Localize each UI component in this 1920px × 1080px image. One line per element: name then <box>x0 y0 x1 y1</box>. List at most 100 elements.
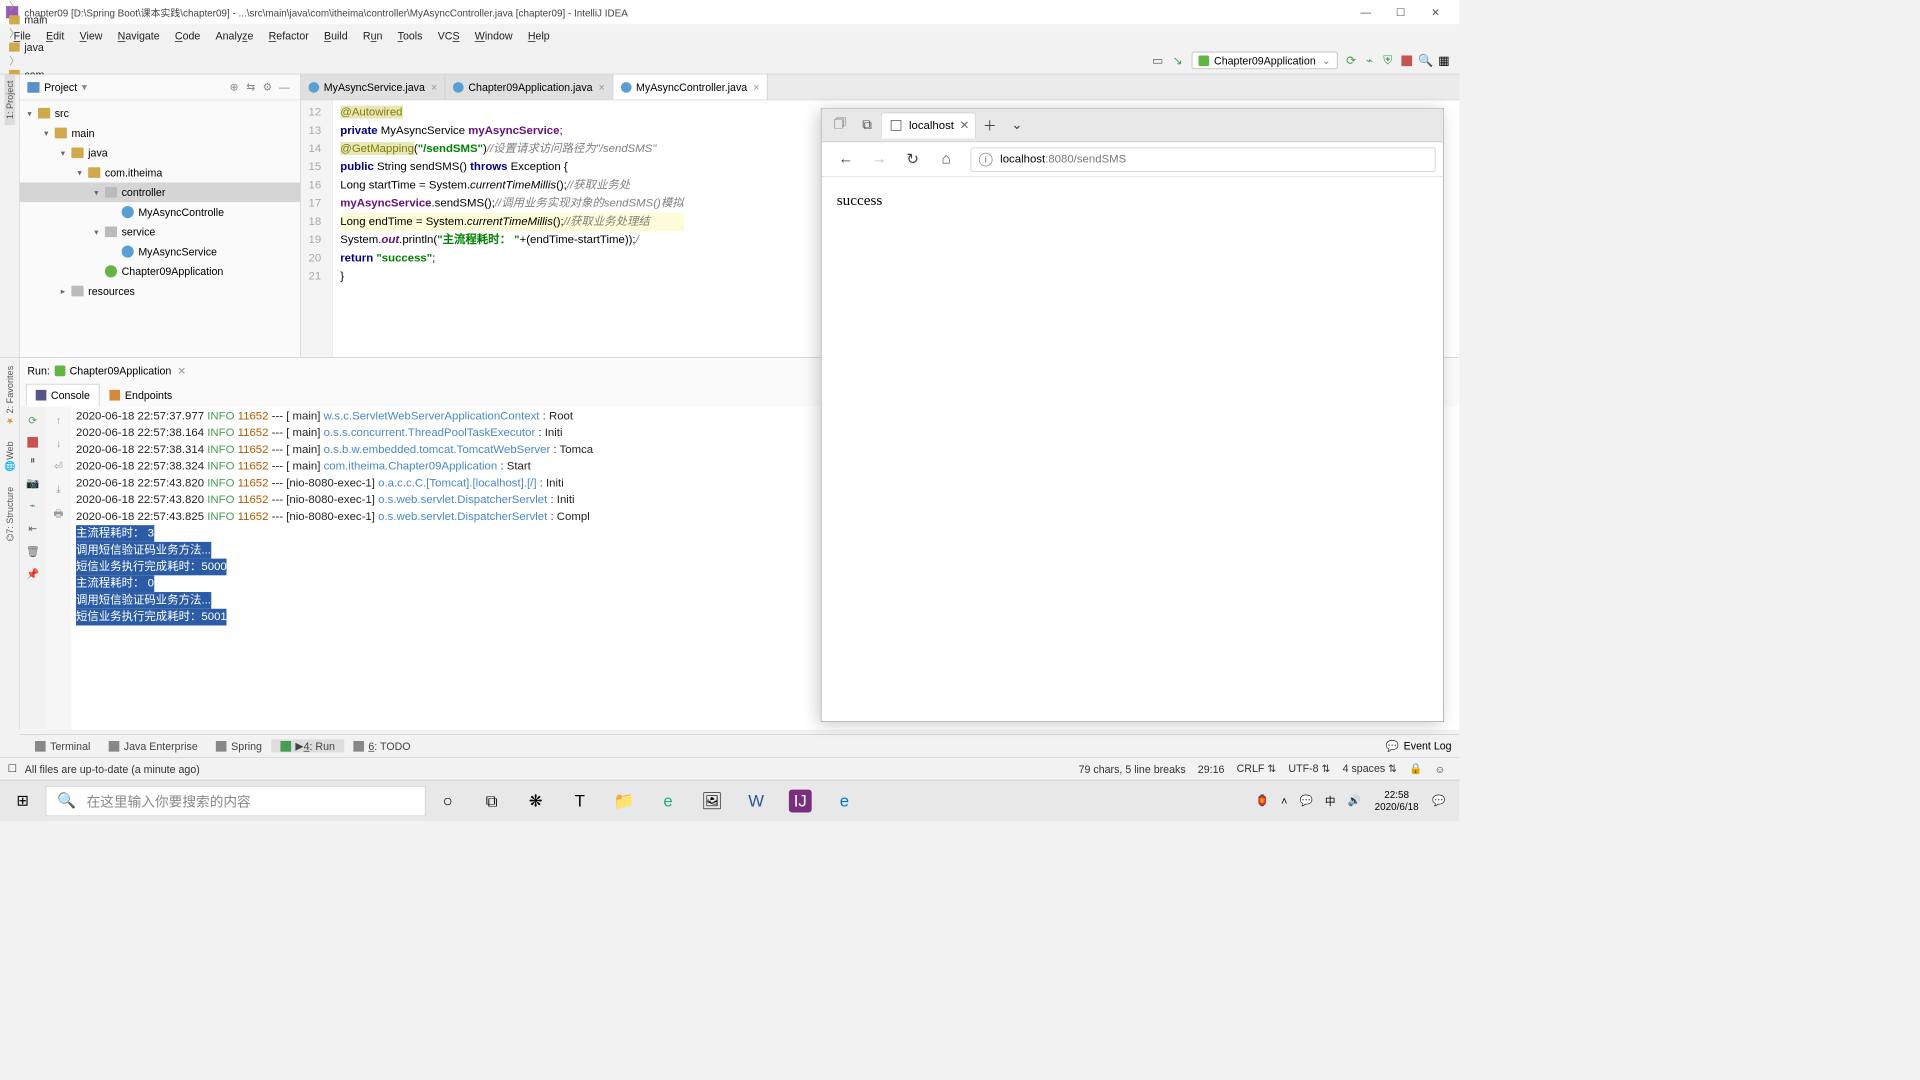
project-expand-icon[interactable]: ⇆ <box>242 81 259 94</box>
tray-wechat-icon[interactable]: 💬 <box>1293 794 1318 807</box>
pause-icon[interactable]: ⏸ <box>24 454 41 471</box>
debug-button[interactable]: ⌁ <box>1360 53 1378 68</box>
intellij-icon[interactable]: IJ <box>789 789 812 812</box>
tree-row[interactable]: Chapter09Application <box>20 261 300 281</box>
tray-volume-icon[interactable]: 🔊 <box>1342 794 1367 807</box>
info-icon[interactable]: i <box>979 152 993 166</box>
bottom-tab[interactable]: Spring <box>207 740 271 752</box>
tray-ime-icon[interactable]: 中 <box>1319 793 1342 808</box>
cortana-icon[interactable]: ○ <box>426 791 470 811</box>
menu-help[interactable]: Help <box>520 24 557 47</box>
taskbar-search[interactable]: 🔍 在这里输入你要搜索的内容 <box>46 785 426 815</box>
app-icon-3[interactable]: 🖼 <box>690 791 734 811</box>
browser-recent-icon[interactable]: 🗇 <box>826 114 853 137</box>
run-tab[interactable]: Endpoints <box>100 384 182 407</box>
browser-address-bar[interactable]: i localhost:8080/sendSMS <box>971 147 1436 171</box>
tab-close-icon[interactable]: ✕ <box>960 119 970 133</box>
editor-tab[interactable]: MyAsyncService.java× <box>301 74 446 99</box>
browser-home-button[interactable]: ⌂ <box>929 150 962 167</box>
scroll-icon[interactable]: ⤓ <box>50 483 67 500</box>
menu-run[interactable]: Run <box>355 24 390 47</box>
browser-tab[interactable]: localhost ✕ <box>881 112 976 138</box>
run-tab[interactable]: Console <box>26 384 100 407</box>
status-indent[interactable]: 4 spaces ⇅ <box>1337 762 1404 775</box>
status-lock-icon[interactable]: 🔒 <box>1403 762 1428 775</box>
tool-tab-favorites[interactable]: ★ 2: Favorites <box>4 358 15 434</box>
project-gear-icon[interactable]: ⚙ <box>259 81 276 94</box>
tree-row[interactable]: ▾controller <box>20 182 300 202</box>
menu-vcs[interactable]: VCS <box>430 24 467 47</box>
event-log-tab[interactable]: 💬Event Log <box>1386 734 1452 757</box>
tree-row[interactable]: MyAsyncControlle <box>20 202 300 222</box>
tray-up-icon[interactable]: ˄ <box>1275 795 1293 807</box>
ide-settings-icon[interactable]: ▦ <box>1435 53 1453 68</box>
explorer-icon[interactable]: 📁 <box>602 791 646 811</box>
project-hide-icon[interactable]: — <box>276 81 293 93</box>
tool-tab-project[interactable]: 1: Project <box>4 74 15 125</box>
bottom-tab[interactable]: ▶ 4: Run <box>271 739 344 752</box>
bottom-tab[interactable]: Terminal <box>26 740 100 752</box>
app-icon-2[interactable]: T <box>558 791 602 811</box>
run-close-icon[interactable]: ✕ <box>177 364 186 377</box>
status-position[interactable]: 29:16 <box>1192 763 1231 775</box>
tree-row[interactable]: ▾java <box>20 143 300 163</box>
menu-build[interactable]: Build <box>316 24 355 47</box>
project-target-icon[interactable]: ⊕ <box>226 81 243 94</box>
tree-row[interactable]: ▾main <box>20 123 300 143</box>
build-icon[interactable]: ↘ <box>1168 53 1188 68</box>
menu-navigate[interactable]: Navigate <box>110 24 167 47</box>
print-icon[interactable]: 🖶 <box>50 505 67 522</box>
run-button[interactable]: ⟳ <box>1342 53 1360 68</box>
minimize-button[interactable]: — <box>1348 6 1383 18</box>
bottom-tab[interactable]: 6: TODO <box>344 740 420 752</box>
edge-icon[interactable]: e <box>822 791 866 811</box>
tree-row[interactable]: ▾com.itheima <box>20 163 300 183</box>
app-icon-1[interactable]: ❋ <box>514 791 558 811</box>
taskview-icon[interactable]: ⧉ <box>470 791 514 811</box>
wrap-icon[interactable]: ⏎ <box>50 460 67 477</box>
maximize-button[interactable]: ☐ <box>1383 6 1418 19</box>
browser-back-button[interactable]: ← <box>829 150 862 167</box>
start-button[interactable]: ⊞ <box>0 791 46 810</box>
search-icon[interactable]: 🔍 <box>1417 53 1435 68</box>
down-icon[interactable]: ↓ <box>50 437 67 454</box>
tool-tab-structure[interactable]: ⌬ 7: Structure <box>4 479 15 549</box>
menu-window[interactable]: Window <box>467 24 520 47</box>
editor-tab[interactable]: Chapter09Application.java× <box>446 74 614 99</box>
status-encoding[interactable]: UTF-8 ⇅ <box>1282 762 1336 775</box>
tool-tab-web[interactable]: 🌐 Web <box>4 434 15 479</box>
ie-icon[interactable]: e <box>646 791 690 811</box>
menu-analyze[interactable]: Analyze <box>208 24 261 47</box>
run-config-selector[interactable]: Chapter09Application ⌄ <box>1192 52 1338 69</box>
word-icon[interactable]: W <box>734 791 778 811</box>
breadcrumb-item[interactable]: main <box>6 13 117 25</box>
camera-icon[interactable]: 📷 <box>24 477 41 494</box>
layout-icon[interactable]: ⇤ <box>24 522 41 539</box>
browser-forward-button[interactable]: → <box>863 150 896 167</box>
rerun-icon[interactable]: ⟳ <box>24 414 41 431</box>
stop-icon[interactable] <box>27 437 38 448</box>
menu-code[interactable]: Code <box>167 24 208 47</box>
coverage-button[interactable]: ⛨ <box>1379 54 1397 68</box>
tray-notifications-icon[interactable]: 💬 <box>1426 794 1451 807</box>
tree-row[interactable]: ▸resources <box>20 281 300 301</box>
browser-newtab-icon[interactable]: ＋ <box>976 115 1003 135</box>
tray-clock[interactable]: 22:58 2020/6/18 <box>1367 789 1426 813</box>
bottom-tab[interactable]: Java Enterprise <box>99 740 206 752</box>
up-icon[interactable]: ↑ <box>50 414 67 431</box>
browser-tabs-menu-icon[interactable]: ⌄ <box>1003 117 1030 133</box>
tree-row[interactable]: ▾src <box>20 103 300 123</box>
editor-tab[interactable]: MyAsyncController.java× <box>613 74 768 99</box>
menu-tools[interactable]: Tools <box>390 24 430 47</box>
status-eol[interactable]: CRLF ⇅ <box>1231 762 1283 775</box>
pin-icon[interactable]: 📌 <box>24 568 41 585</box>
tray-lantern-icon[interactable]: 🏮 <box>1250 794 1275 807</box>
breadcrumb-item[interactable]: java <box>6 41 117 53</box>
nav-window-icon[interactable]: ▭ <box>1148 53 1168 68</box>
browser-windows-icon[interactable]: ⧉ <box>853 117 880 133</box>
menu-refactor[interactable]: Refactor <box>261 24 316 47</box>
exit-icon[interactable]: ⌁ <box>24 499 41 516</box>
tree-row[interactable]: MyAsyncService <box>20 242 300 262</box>
stop-button[interactable] <box>1401 55 1412 66</box>
close-button[interactable]: ✕ <box>1418 6 1453 19</box>
